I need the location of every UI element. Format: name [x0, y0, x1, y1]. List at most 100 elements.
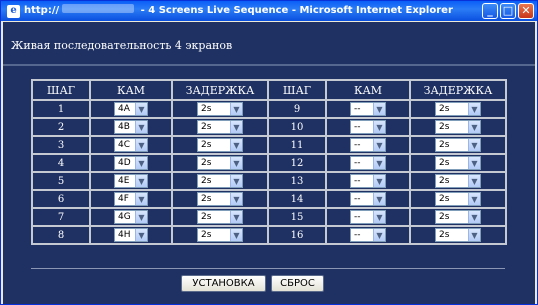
chevron-down-icon[interactable]: ▼ — [373, 157, 385, 169]
delay-select[interactable]: 2s ▼ — [197, 228, 243, 242]
chevron-down-icon[interactable]: ▼ — [230, 103, 242, 115]
chevron-down-icon[interactable]: ▼ — [373, 175, 385, 187]
footer-divider — [31, 268, 505, 269]
delay-select-value: 2s — [439, 104, 450, 114]
camera-select[interactable]: 4G ▼ — [114, 210, 148, 224]
chevron-down-icon[interactable]: ▼ — [468, 193, 480, 205]
sequence-table: ШАГ КАМ ЗАДЕРЖКА ШАГ КАМ ЗАДЕРЖКА 1 4A ▼ 2s… — [31, 79, 507, 245]
delay-cell: 2s ▼ — [409, 153, 507, 173]
camera-select[interactable]: -- ▼ — [350, 192, 386, 206]
chevron-down-icon[interactable]: ▼ — [135, 211, 147, 223]
reset-button[interactable]: СБРОС — [271, 275, 324, 292]
delay-select-value: 2s — [201, 176, 212, 186]
delay-select[interactable]: 2s ▼ — [197, 138, 243, 152]
delay-select[interactable]: 2s ▼ — [435, 174, 481, 188]
step-number: 10 — [267, 117, 327, 137]
camera-select-value: -- — [354, 212, 361, 222]
delay-cell: 2s ▼ — [409, 117, 507, 137]
delay-select-value: 2s — [439, 140, 450, 150]
delay-select[interactable]: 2s ▼ — [197, 102, 243, 116]
camera-select[interactable]: -- ▼ — [350, 156, 386, 170]
camera-select[interactable]: 4H ▼ — [114, 228, 148, 242]
chevron-down-icon[interactable]: ▼ — [468, 139, 480, 151]
step-number: 4 — [31, 153, 91, 173]
camera-select-value: 4D — [118, 158, 131, 168]
chevron-down-icon[interactable]: ▼ — [230, 193, 242, 205]
camera-select[interactable]: -- ▼ — [350, 228, 386, 242]
chevron-down-icon[interactable]: ▼ — [468, 229, 480, 241]
close-button[interactable]: ✕ — [518, 3, 534, 19]
delay-select-value: 2s — [439, 176, 450, 186]
cam-cell: 4E ▼ — [89, 171, 173, 191]
delay-select[interactable]: 2s ▼ — [197, 210, 243, 224]
camera-select[interactable]: -- ▼ — [350, 102, 386, 116]
chevron-down-icon[interactable]: ▼ — [468, 175, 480, 187]
camera-select[interactable]: -- ▼ — [350, 138, 386, 152]
camera-select-value: 4C — [118, 140, 131, 150]
delay-select[interactable]: 2s ▼ — [435, 192, 481, 206]
chevron-down-icon[interactable]: ▼ — [135, 229, 147, 241]
minimize-button[interactable]: _ — [482, 3, 498, 19]
chevron-down-icon[interactable]: ▼ — [468, 103, 480, 115]
chevron-down-icon[interactable]: ▼ — [135, 121, 147, 133]
delay-cell: 2s ▼ — [409, 171, 507, 191]
delay-select[interactable]: 2s ▼ — [197, 120, 243, 134]
cam-cell: -- ▼ — [325, 207, 411, 227]
step-number: 7 — [31, 207, 91, 227]
delay-cell: 2s ▼ — [171, 153, 269, 173]
chevron-down-icon[interactable]: ▼ — [373, 193, 385, 205]
camera-select[interactable]: 4E ▼ — [114, 174, 148, 188]
camera-select[interactable]: 4B ▼ — [114, 120, 148, 134]
camera-select[interactable]: 4D ▼ — [114, 156, 148, 170]
table-row: 4 4D ▼ 2s ▼ 12 -- ▼ 2s ▼ — [31, 153, 507, 173]
camera-select[interactable]: 4C ▼ — [114, 138, 148, 152]
chevron-down-icon[interactable]: ▼ — [230, 229, 242, 241]
delay-cell: 2s ▼ — [171, 225, 269, 245]
delay-select-value: 2s — [201, 122, 212, 132]
delay-select[interactable]: 2s ▼ — [435, 102, 481, 116]
title-url-prefix: http:// — [24, 5, 60, 16]
delay-cell: 2s ▼ — [409, 225, 507, 245]
delay-select[interactable]: 2s ▼ — [197, 156, 243, 170]
camera-select-value: -- — [354, 176, 361, 186]
step-number: 15 — [267, 207, 327, 227]
chevron-down-icon[interactable]: ▼ — [135, 157, 147, 169]
chevron-down-icon[interactable]: ▼ — [373, 229, 385, 241]
chevron-down-icon[interactable]: ▼ — [230, 157, 242, 169]
title-bar[interactable]: e http:// - 4 Screens Live Sequence - Mi… — [1, 1, 537, 21]
chevron-down-icon[interactable]: ▼ — [468, 121, 480, 133]
chevron-down-icon[interactable]: ▼ — [373, 139, 385, 151]
delay-select[interactable]: 2s ▼ — [197, 174, 243, 188]
camera-select[interactable]: 4A ▼ — [114, 102, 148, 116]
camera-select[interactable]: -- ▼ — [350, 120, 386, 134]
chevron-down-icon[interactable]: ▼ — [373, 103, 385, 115]
chevron-down-icon[interactable]: ▼ — [468, 157, 480, 169]
chevron-down-icon[interactable]: ▼ — [230, 175, 242, 187]
delay-select[interactable]: 2s ▼ — [435, 210, 481, 224]
delay-select[interactable]: 2s ▼ — [435, 138, 481, 152]
delay-select[interactable]: 2s ▼ — [435, 228, 481, 242]
chevron-down-icon[interactable]: ▼ — [373, 211, 385, 223]
chevron-down-icon[interactable]: ▼ — [373, 121, 385, 133]
chevron-down-icon[interactable]: ▼ — [135, 103, 147, 115]
delay-cell: 2s ▼ — [171, 171, 269, 191]
chevron-down-icon[interactable]: ▼ — [468, 211, 480, 223]
chevron-down-icon[interactable]: ▼ — [230, 121, 242, 133]
browser-window: e http:// - 4 Screens Live Sequence - Mi… — [0, 0, 538, 305]
camera-select[interactable]: -- ▼ — [350, 174, 386, 188]
camera-select[interactable]: 4F ▼ — [114, 192, 148, 206]
chevron-down-icon[interactable]: ▼ — [135, 193, 147, 205]
delay-select[interactable]: 2s ▼ — [197, 192, 243, 206]
chevron-down-icon[interactable]: ▼ — [135, 139, 147, 151]
chevron-down-icon[interactable]: ▼ — [230, 211, 242, 223]
maximize-button[interactable]: □ — [500, 3, 516, 19]
chevron-down-icon[interactable]: ▼ — [135, 175, 147, 187]
camera-select-value: 4A — [118, 104, 130, 114]
delay-select[interactable]: 2s ▼ — [435, 120, 481, 134]
camera-select-value: -- — [354, 104, 361, 114]
delay-select[interactable]: 2s ▼ — [435, 156, 481, 170]
set-button[interactable]: УСТАНОВКА — [181, 275, 266, 292]
step-number: 8 — [31, 225, 91, 245]
chevron-down-icon[interactable]: ▼ — [230, 139, 242, 151]
camera-select[interactable]: -- ▼ — [350, 210, 386, 224]
